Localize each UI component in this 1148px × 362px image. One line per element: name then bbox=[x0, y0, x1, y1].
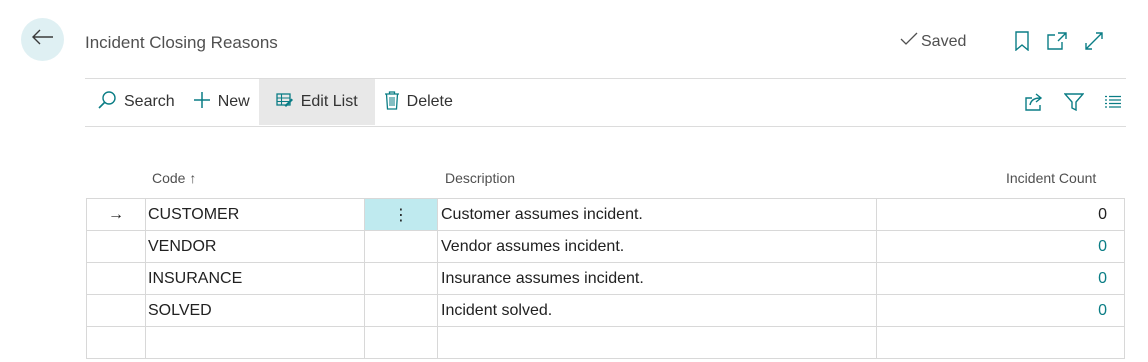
column-header-code-label: Code bbox=[152, 170, 186, 186]
back-arrow-icon bbox=[31, 29, 54, 50]
filter-icon[interactable] bbox=[1064, 93, 1084, 111]
column-header-code[interactable]: Code ↑ bbox=[152, 170, 196, 186]
new-label: New bbox=[217, 93, 250, 110]
data-grid: → CUSTOMER ⋮ Customer assumes incident. … bbox=[86, 198, 1125, 359]
cell-description[interactable]: Vendor assumes incident. bbox=[437, 230, 877, 263]
cell-description[interactable]: Insurance assumes incident. bbox=[437, 262, 877, 295]
new-button[interactable]: New bbox=[184, 79, 259, 125]
edit-list-button[interactable]: Edit List bbox=[258, 79, 375, 125]
row-more-options[interactable] bbox=[364, 294, 438, 327]
search-label: Search bbox=[124, 93, 175, 110]
cell-code[interactable]: VENDOR bbox=[145, 230, 365, 263]
toolbar-right-actions bbox=[1024, 79, 1126, 125]
page: Incident Closing Reasons Saved Search Ne… bbox=[0, 0, 1148, 362]
cell-incident-count bbox=[876, 326, 1125, 359]
row-more-options[interactable] bbox=[364, 326, 438, 359]
saved-label: Saved bbox=[921, 32, 967, 50]
row-selected-arrow-icon: → bbox=[86, 198, 146, 231]
delete-button[interactable]: Delete bbox=[375, 79, 462, 125]
row-marker bbox=[86, 326, 146, 359]
back-button[interactable] bbox=[21, 18, 64, 61]
search-button[interactable]: Search bbox=[85, 79, 184, 125]
column-header-incident-count[interactable]: Incident Count bbox=[1006, 170, 1096, 186]
expand-icon[interactable] bbox=[1084, 31, 1104, 51]
table-row[interactable]: VENDOR Vendor assumes incident. 0 bbox=[86, 230, 1125, 263]
cell-incident-count-link[interactable]: 0 bbox=[876, 294, 1125, 327]
plus-icon bbox=[193, 91, 211, 114]
cell-description[interactable]: Incident solved. bbox=[437, 294, 877, 327]
cell-code[interactable]: CUSTOMER bbox=[145, 198, 365, 231]
cell-code[interactable] bbox=[145, 326, 365, 359]
delete-label: Delete bbox=[406, 93, 453, 110]
action-bar: Search New Edit List Delete bbox=[85, 79, 1126, 125]
cell-code[interactable]: INSURANCE bbox=[145, 262, 365, 295]
cell-description[interactable]: Customer assumes incident. bbox=[437, 198, 877, 231]
edit-list-label: Edit List bbox=[300, 93, 358, 110]
row-more-options[interactable] bbox=[364, 262, 438, 295]
checkmark-icon bbox=[900, 32, 918, 51]
cell-description[interactable] bbox=[437, 326, 877, 359]
cell-incident-count-link[interactable]: 0 bbox=[876, 262, 1125, 295]
table-row[interactable]: → CUSTOMER ⋮ Customer assumes incident. … bbox=[86, 198, 1125, 231]
share-icon[interactable] bbox=[1024, 93, 1044, 111]
row-marker bbox=[86, 262, 146, 295]
list-view-icon[interactable] bbox=[1104, 95, 1122, 109]
bookmark-icon[interactable] bbox=[1014, 31, 1030, 51]
table-row[interactable]: SOLVED Incident solved. 0 bbox=[86, 294, 1125, 327]
column-header-description[interactable]: Description bbox=[445, 170, 515, 186]
trash-icon bbox=[384, 90, 400, 115]
row-more-options[interactable] bbox=[364, 230, 438, 263]
row-marker bbox=[86, 230, 146, 263]
sort-ascending-icon: ↑ bbox=[189, 170, 197, 186]
edit-list-icon bbox=[276, 92, 294, 113]
cell-code[interactable]: SOLVED bbox=[145, 294, 365, 327]
header-actions bbox=[1014, 31, 1104, 51]
open-new-window-icon[interactable] bbox=[1046, 31, 1068, 51]
table-row[interactable]: INSURANCE Insurance assumes incident. 0 bbox=[86, 262, 1125, 295]
search-icon bbox=[97, 90, 117, 115]
toolbar-divider bbox=[85, 126, 1126, 127]
cell-incident-count: 0 bbox=[876, 198, 1125, 231]
cell-incident-count-link[interactable]: 0 bbox=[876, 230, 1125, 263]
row-more-options-icon[interactable]: ⋮ bbox=[364, 198, 438, 231]
saved-status: Saved bbox=[900, 32, 966, 51]
table-row-empty[interactable] bbox=[86, 326, 1125, 359]
page-title: Incident Closing Reasons bbox=[85, 33, 278, 52]
row-marker bbox=[86, 294, 146, 327]
